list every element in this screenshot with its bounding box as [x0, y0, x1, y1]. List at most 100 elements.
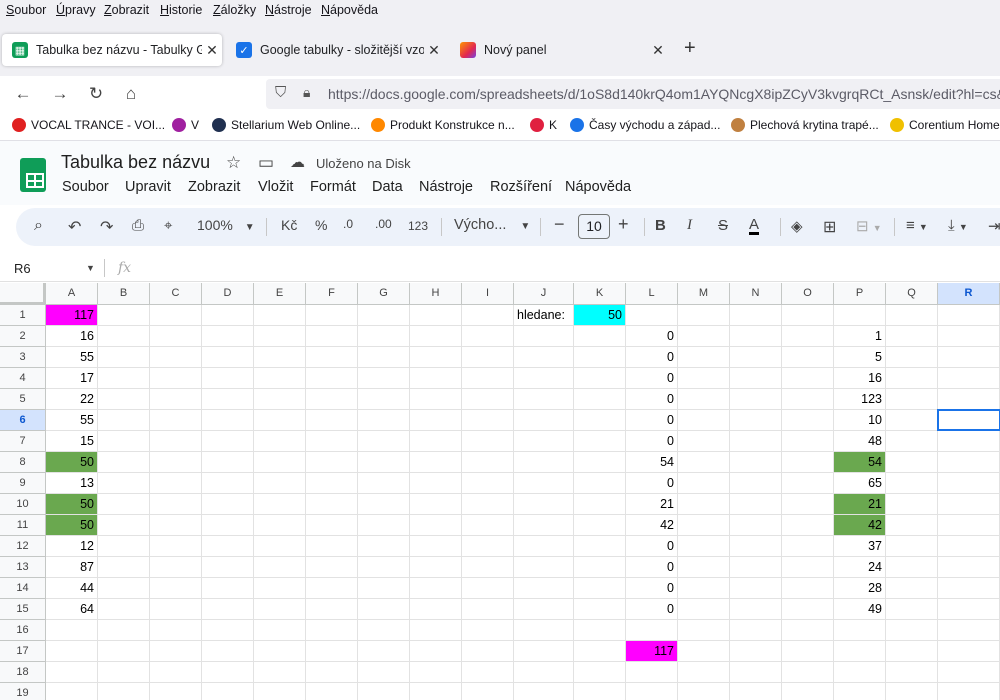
cell[interactable]	[514, 599, 574, 620]
cell[interactable]	[202, 641, 254, 662]
cell[interactable]	[462, 578, 514, 599]
cell-l3[interactable]: 0	[626, 347, 678, 368]
cell[interactable]	[98, 536, 150, 557]
cell-p8[interactable]: 54	[834, 452, 886, 473]
text-color-icon[interactable]: A	[749, 217, 760, 235]
cell[interactable]	[514, 641, 574, 662]
cell[interactable]	[730, 347, 782, 368]
cell[interactable]	[730, 305, 782, 326]
tab-sheets[interactable]: ▦ Tabulka bez názvu - Tabulky Go ✕	[2, 34, 222, 66]
select-all-corner[interactable]	[0, 283, 46, 305]
cell[interactable]	[886, 515, 938, 536]
cell[interactable]	[150, 536, 202, 557]
shield-icon[interactable]: ⛉	[275, 84, 286, 101]
cell[interactable]	[202, 347, 254, 368]
column-header-i[interactable]: I	[462, 283, 514, 305]
cell[interactable]	[306, 515, 358, 536]
cell[interactable]	[574, 347, 626, 368]
column-header-n[interactable]: N	[730, 283, 782, 305]
cell-k1[interactable]: 50	[574, 305, 626, 326]
cell[interactable]	[410, 347, 462, 368]
cell[interactable]	[254, 410, 306, 431]
cell-l9[interactable]: 0	[626, 473, 678, 494]
cell[interactable]	[150, 347, 202, 368]
cell-p6[interactable]: 10	[834, 410, 886, 431]
chevron-down-icon[interactable]: ▼	[86, 263, 95, 273]
cell[interactable]	[462, 389, 514, 410]
cell[interactable]	[254, 578, 306, 599]
cell[interactable]	[98, 599, 150, 620]
bookmark-item[interactable]: V	[172, 118, 199, 132]
cell[interactable]	[730, 683, 782, 700]
cell[interactable]	[938, 515, 1000, 536]
cell[interactable]	[782, 452, 834, 473]
cell-a5[interactable]: 22	[46, 389, 98, 410]
cell[interactable]	[514, 410, 574, 431]
cell[interactable]	[358, 473, 410, 494]
row-header-3[interactable]: 3	[0, 347, 46, 368]
cell[interactable]	[678, 305, 730, 326]
cell[interactable]	[938, 368, 1000, 389]
star-icon[interactable]: ☆	[226, 153, 241, 173]
cell[interactable]	[202, 368, 254, 389]
cell[interactable]	[254, 683, 306, 700]
cell[interactable]	[306, 662, 358, 683]
search-menus-icon[interactable]: ⌕	[34, 217, 43, 235]
cell[interactable]	[98, 641, 150, 662]
cell[interactable]	[98, 389, 150, 410]
cell[interactable]	[358, 452, 410, 473]
cell[interactable]	[938, 641, 1000, 662]
cell[interactable]	[410, 431, 462, 452]
cell[interactable]	[306, 326, 358, 347]
cell[interactable]	[462, 641, 514, 662]
cell[interactable]	[410, 452, 462, 473]
cell[interactable]	[886, 410, 938, 431]
cell[interactable]	[358, 368, 410, 389]
cell[interactable]	[462, 452, 514, 473]
app-menu-4[interactable]: Formát	[310, 179, 356, 195]
vertical-align-icon[interactable]: ⤓ ▼	[948, 217, 968, 234]
forward-button[interactable]: →	[48, 82, 72, 106]
cell[interactable]	[150, 368, 202, 389]
app-menu-6[interactable]: Nástroje	[419, 179, 473, 195]
cell-a15[interactable]: 64	[46, 599, 98, 620]
zoom-select[interactable]: 100% ▼	[197, 217, 255, 233]
cell[interactable]	[678, 431, 730, 452]
app-menu-1[interactable]: Upravit	[125, 179, 171, 195]
column-header-o[interactable]: O	[782, 283, 834, 305]
column-header-a[interactable]: A	[46, 283, 98, 305]
cell[interactable]	[358, 536, 410, 557]
cell[interactable]	[202, 620, 254, 641]
cell[interactable]	[462, 599, 514, 620]
cell[interactable]	[98, 683, 150, 700]
cell[interactable]	[358, 515, 410, 536]
app-menu-8[interactable]: Nápověda	[565, 179, 631, 195]
app-menu-3[interactable]: Vložit	[258, 179, 293, 195]
cell-p3[interactable]: 5	[834, 347, 886, 368]
tab-new[interactable]: Nový panel ✕	[450, 34, 668, 66]
cell[interactable]	[358, 305, 410, 326]
row-header-6[interactable]: 6	[0, 410, 46, 431]
cell[interactable]	[462, 410, 514, 431]
cell[interactable]	[730, 578, 782, 599]
cell[interactable]	[306, 473, 358, 494]
cell[interactable]	[730, 599, 782, 620]
tab-google-sheets[interactable]: ✓ Google tabulky - složitější vzore ✕	[226, 34, 444, 66]
cell[interactable]	[834, 620, 886, 641]
cell[interactable]	[46, 641, 98, 662]
cell[interactable]	[782, 347, 834, 368]
cell[interactable]	[254, 431, 306, 452]
cell[interactable]	[782, 431, 834, 452]
cell[interactable]	[938, 326, 1000, 347]
cell-l17[interactable]: 117	[626, 641, 678, 662]
cell[interactable]	[202, 452, 254, 473]
cell[interactable]	[678, 452, 730, 473]
cell[interactable]	[782, 368, 834, 389]
font-family-select[interactable]: Výcho... ▼	[454, 217, 530, 233]
cell[interactable]	[462, 305, 514, 326]
cell[interactable]	[202, 683, 254, 700]
cell[interactable]	[574, 389, 626, 410]
cell[interactable]	[938, 305, 1000, 326]
row-header-4[interactable]: 4	[0, 368, 46, 389]
row-header-10[interactable]: 10	[0, 494, 46, 515]
